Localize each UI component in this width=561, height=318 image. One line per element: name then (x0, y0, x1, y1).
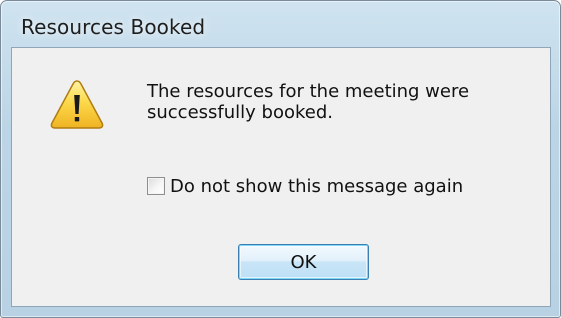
dialog-message: The resources for the meeting were succe… (147, 81, 470, 123)
dialog-window: Resources Booked The resources for the m… (0, 0, 561, 318)
dont-show-again-checkbox-row[interactable]: Do not show this message again (147, 174, 463, 198)
dont-show-again-label[interactable]: Do not show this message again (170, 176, 463, 197)
dont-show-again-checkbox[interactable] (147, 177, 165, 195)
title-bar[interactable]: Resources Booked (1, 1, 560, 47)
window-title: Resources Booked (21, 15, 206, 39)
dialog-body: The resources for the meeting were succe… (11, 47, 551, 307)
ok-button[interactable]: OK (238, 244, 369, 280)
warning-icon (50, 80, 104, 129)
